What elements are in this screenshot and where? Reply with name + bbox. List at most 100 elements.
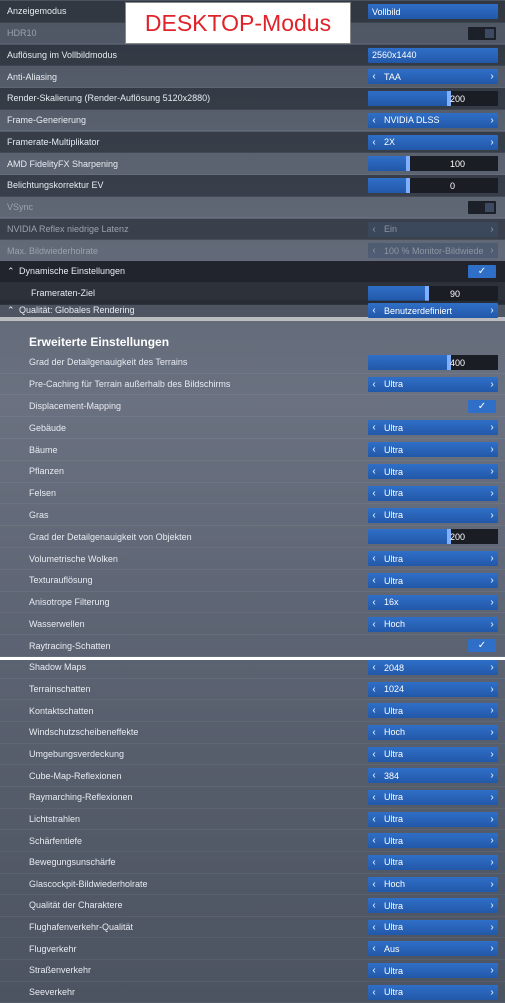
chevron-right-icon[interactable]: › <box>486 987 498 998</box>
option-selector[interactable]: ‹ Ultra › <box>368 551 498 567</box>
chevron-left-icon[interactable]: ‹ <box>368 684 380 695</box>
chevron-left-icon[interactable]: ‹ <box>368 879 380 890</box>
settings-row[interactable]: Framerate-Multiplikator ‹ 2X › <box>0 131 505 154</box>
option-selector[interactable]: ‹ Ultra › <box>368 746 498 762</box>
chevron-left-icon[interactable]: ‹ <box>368 835 380 846</box>
settings-row[interactable]: Bewegungsunschärfe ‹ Ultra › <box>0 852 505 874</box>
option-selector[interactable]: ‹ Benutzerdefiniert › <box>368 303 498 318</box>
slider-handle[interactable] <box>406 156 411 172</box>
chevron-left-icon[interactable]: ‹ <box>368 749 380 760</box>
settings-row[interactable]: Wasserwellen ‹ Hoch › <box>0 614 505 636</box>
chevron-right-icon[interactable]: › <box>486 575 498 586</box>
chevron-right-icon[interactable]: › <box>486 684 498 695</box>
chevron-right-icon[interactable]: › <box>486 71 498 82</box>
settings-row[interactable]: AMD FidelityFX Sharpening 100 <box>0 153 505 175</box>
option-selector[interactable]: ‹ Ultra › <box>368 854 498 870</box>
chevron-left-icon[interactable]: ‹ <box>368 922 380 933</box>
option-selector[interactable]: ‹ Ultra › <box>368 898 498 914</box>
chevron-right-icon[interactable]: › <box>486 662 498 673</box>
chevron-left-icon[interactable]: ‹ <box>368 987 380 998</box>
settings-row[interactable]: Displacement-Mapping ✓ <box>0 396 505 418</box>
settings-row[interactable]: Qualität der Charaktere ‹ Ultra › <box>0 895 505 917</box>
option-selector[interactable]: ‹ Ultra › <box>368 789 498 805</box>
settings-row[interactable]: Max. Bildwiederholrate ‹ 100 % Monitor-Bil… <box>0 240 505 262</box>
option-selector[interactable]: 2560x1440 <box>368 47 498 63</box>
chevron-right-icon[interactable]: › <box>486 597 498 608</box>
settings-row[interactable]: Bäume ‹ Ultra › <box>0 439 505 461</box>
option-selector[interactable]: ‹ 1024 › <box>368 681 498 697</box>
chevron-left-icon[interactable]: ‹ <box>368 900 380 911</box>
settings-row[interactable]: ⌃ Dynamische Einstellungen ✓ <box>0 261 505 283</box>
chevron-left-icon[interactable]: ‹ <box>368 575 380 586</box>
settings-row[interactable]: Schärfentiefe ‹ Ultra › <box>0 830 505 852</box>
option-selector[interactable]: ‹ Ultra › <box>368 376 498 392</box>
option-selector[interactable]: ‹ Aus › <box>368 941 498 957</box>
chevron-left-icon[interactable]: ‹ <box>368 137 380 148</box>
chevron-left-icon[interactable]: ‹ <box>368 245 380 256</box>
option-selector[interactable]: ‹ Ultra › <box>368 963 498 979</box>
settings-row[interactable]: Gebäude ‹ Ultra › <box>0 417 505 440</box>
chevron-left-icon[interactable]: ‹ <box>368 115 380 126</box>
chevron-right-icon[interactable]: › <box>486 305 498 316</box>
settings-row[interactable]: Straßenverkehr ‹ Ultra › <box>0 960 505 982</box>
chevron-left-icon[interactable]: ‹ <box>368 727 380 738</box>
chevron-right-icon[interactable]: › <box>486 422 498 433</box>
chevron-right-icon[interactable]: › <box>486 466 498 477</box>
slider-handle[interactable] <box>424 286 429 301</box>
option-selector[interactable]: ‹ NVIDIA DLSS › <box>368 112 498 128</box>
settings-row[interactable]: Lichtstrahlen ‹ Ultra › <box>0 809 505 831</box>
settings-row[interactable]: Glascockpit-Bildwiederholrate ‹ Hoch › <box>0 874 505 896</box>
settings-row[interactable]: Pflanzen ‹ Ultra › <box>0 461 505 483</box>
settings-row[interactable]: Kontaktschatten ‹ Ultra › <box>0 700 505 722</box>
option-selector[interactable]: ‹ Ultra › <box>368 507 498 523</box>
chevron-left-icon[interactable]: ‹ <box>368 597 380 608</box>
chevron-left-icon[interactable]: ‹ <box>368 466 380 477</box>
settings-row[interactable]: Seeverkehr ‹ Ultra › <box>0 982 505 1003</box>
settings-row[interactable]: Umgebungsverdeckung ‹ Ultra › <box>0 744 505 766</box>
settings-row[interactable]: ⌃ Qualität: Globales Rendering ‹ Benutzerde… <box>0 300 505 321</box>
chevron-right-icon[interactable]: › <box>486 379 498 390</box>
settings-row[interactable]: Render-Skalierung (Render-Auflösung 5120… <box>0 88 505 110</box>
settings-row[interactable]: Grad der Detailgenauigkeit des Terrains 4… <box>0 352 505 374</box>
chevron-right-icon[interactable]: › <box>486 943 498 954</box>
option-selector[interactable]: ‹ Ultra › <box>368 919 498 935</box>
chevron-left-icon[interactable]: ‹ <box>368 488 380 499</box>
settings-row[interactable]: Anisotrope Filterung ‹ 16x › <box>0 592 505 614</box>
value-slider[interactable]: 400 <box>368 355 498 370</box>
settings-row[interactable]: Frame-Generierung ‹ NVIDIA DLSS › <box>0 110 505 132</box>
chevron-left-icon[interactable]: ‹ <box>368 422 380 433</box>
chevron-left-icon[interactable]: ‹ <box>368 662 380 673</box>
chevron-left-icon[interactable]: ‹ <box>368 71 380 82</box>
settings-row[interactable]: Windschutzscheibeneffekte ‹ Hoch › <box>0 722 505 744</box>
chevron-right-icon[interactable]: › <box>486 115 498 126</box>
checkbox[interactable]: ✓ <box>468 639 496 653</box>
chevron-right-icon[interactable]: › <box>486 770 498 781</box>
chevron-left-icon[interactable]: ‹ <box>368 965 380 976</box>
option-selector[interactable]: ‹ 384 › <box>368 768 498 784</box>
chevron-right-icon[interactable]: › <box>486 137 498 148</box>
chevron-right-icon[interactable]: › <box>486 814 498 825</box>
settings-row[interactable]: Texturauflösung ‹ Ultra › <box>0 570 505 592</box>
value-slider[interactable]: 100 <box>368 156 498 172</box>
settings-row[interactable]: Terrainschatten ‹ 1024 › <box>0 679 505 701</box>
chevron-left-icon[interactable]: ‹ <box>368 814 380 825</box>
chevron-right-icon[interactable]: › <box>486 488 498 499</box>
settings-row[interactable]: Raymarching-Reflexionen ‹ Ultra › <box>0 787 505 809</box>
slider-handle[interactable] <box>406 178 411 193</box>
settings-row[interactable]: Cube-Map-Reflexionen ‹ 384 › <box>0 765 505 787</box>
option-selector[interactable]: ‹ Hoch › <box>368 616 498 632</box>
chevron-left-icon[interactable]: ‹ <box>368 619 380 630</box>
option-selector[interactable]: ‹ Ultra › <box>368 485 498 501</box>
settings-row[interactable]: Raytracing-Schatten ✓ <box>0 635 505 658</box>
toggle-switch[interactable] <box>468 26 496 40</box>
settings-row[interactable]: VSync <box>0 197 505 219</box>
option-selector[interactable]: ‹ Ein › <box>368 221 498 237</box>
chevron-right-icon[interactable]: › <box>486 727 498 738</box>
chevron-left-icon[interactable]: ‹ <box>368 792 380 803</box>
chevron-left-icon[interactable]: ‹ <box>368 510 380 521</box>
option-selector[interactable]: ‹ TAA › <box>368 69 498 85</box>
chevron-right-icon[interactable]: › <box>486 224 498 235</box>
chevron-left-icon[interactable]: ‹ <box>368 379 380 390</box>
chevron-left-icon[interactable]: ‹ <box>368 857 380 868</box>
option-selector[interactable]: ‹ 100 % Monitor-Bildwiede › <box>368 243 498 259</box>
